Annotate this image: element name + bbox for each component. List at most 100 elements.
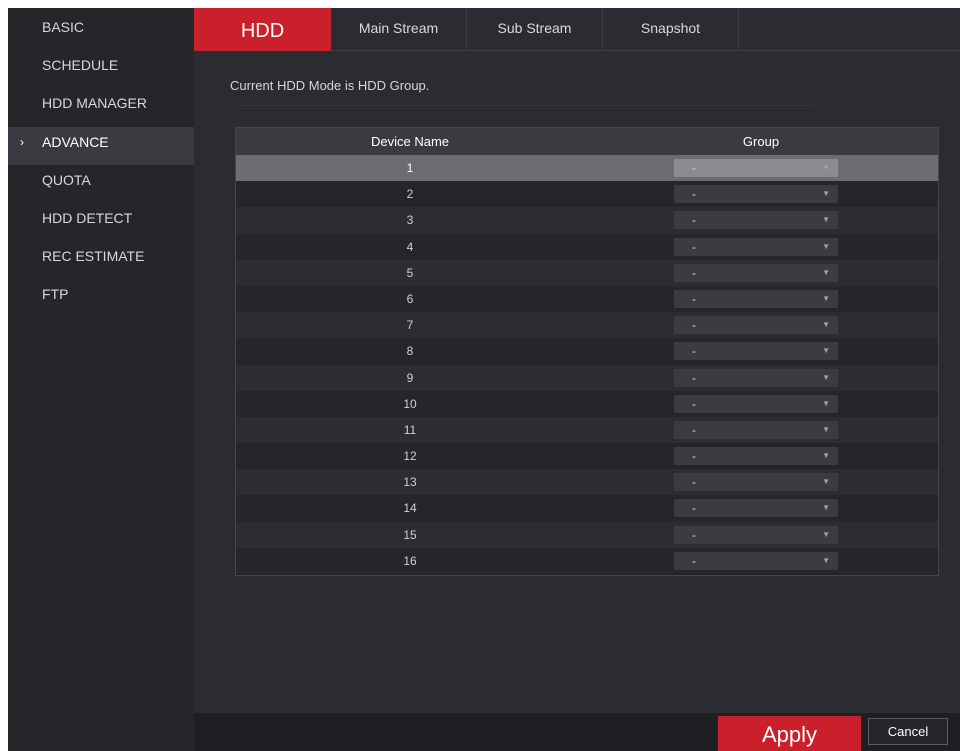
chevron-down-icon: ▼ xyxy=(822,267,830,277)
chevron-down-icon: ▼ xyxy=(822,503,830,513)
device-name-cell: 15 xyxy=(403,527,417,542)
device-name-cell: 5 xyxy=(406,265,414,280)
table-row[interactable]: 13- ▼ xyxy=(236,469,938,496)
sidebar-item-label: SCHEDULE xyxy=(42,57,119,73)
group-select[interactable]: - ▼ xyxy=(674,368,838,387)
table-row[interactable]: 10- ▼ xyxy=(236,390,938,417)
tab-main-stream[interactable]: Main Stream xyxy=(331,8,467,51)
sidebar-item-hdd-manager[interactable]: HDD MANAGER xyxy=(8,88,194,126)
table-row[interactable]: 15- ▼ xyxy=(236,521,938,548)
group-select-value: - xyxy=(692,239,696,254)
group-select-value: - xyxy=(692,161,696,175)
table-row[interactable]: 11 - ▼ xyxy=(236,416,938,444)
group-select-value: - xyxy=(692,318,696,333)
group-select-value: - xyxy=(692,291,696,306)
sidebar-item-label: REC ESTIMATE xyxy=(42,248,145,264)
chevron-right-icon: › xyxy=(20,135,24,149)
sidebar-item-basic[interactable]: BASIC xyxy=(8,12,194,50)
column-header-group: Group xyxy=(742,134,780,149)
group-select-value: - xyxy=(692,422,696,437)
device-name-cell: 1 xyxy=(406,161,414,175)
group-select-value: - xyxy=(692,527,696,542)
group-select[interactable]: - ▼ xyxy=(674,473,838,492)
sidebar-item-label: BASIC xyxy=(42,19,85,35)
group-select[interactable]: - ▼ xyxy=(674,211,838,230)
tab-sub-stream[interactable]: Sub Stream xyxy=(467,8,603,51)
chevron-down-icon: ▼ xyxy=(822,398,830,408)
device-name-cell: 13 xyxy=(403,475,417,490)
sidebar-item-ftp[interactable]: FTP xyxy=(8,279,194,317)
group-select[interactable]: - ▼ xyxy=(674,316,838,335)
table-row[interactable]: 2 - ▼ xyxy=(236,181,938,208)
table-row[interactable]: 8 - ▼ xyxy=(236,338,938,365)
device-name-cell: 2 xyxy=(406,187,414,202)
chevron-down-icon: ▼ xyxy=(822,529,830,539)
sidebar-item-label: QUOTA xyxy=(42,172,91,188)
table-row[interactable]: 12 - ▼ xyxy=(236,443,938,470)
device-name-cell: 12 xyxy=(403,449,417,464)
chevron-down-icon: ▼ xyxy=(822,451,830,461)
table-row[interactable]: 16 - ▼ xyxy=(236,547,938,574)
sidebar-item-label: FTP xyxy=(42,286,69,302)
table-row[interactable]: 1 - ▼ xyxy=(236,155,938,182)
table-row[interactable]: 4 - ▼ xyxy=(236,233,938,260)
sidebar-item-schedule[interactable]: SCHEDULE xyxy=(8,50,194,88)
group-select[interactable]: - ▼ xyxy=(674,420,838,439)
chevron-down-icon: ▼ xyxy=(822,293,830,303)
table-row[interactable]: 7- ▼ xyxy=(236,312,938,339)
chevron-down-icon: ▼ xyxy=(822,477,830,487)
hdd-group-table: Device Name Group 1- ▼ 2- ▼ 3- ▼ 4- ▼ 5- ▼ 6- ▼ 7- ▼ 8… xyxy=(235,127,939,576)
device-name-cell: 9 xyxy=(406,370,414,385)
apply-button[interactable]: Apply xyxy=(718,716,861,751)
device-name-cell: 8 xyxy=(406,344,414,359)
sidebar-item-quota[interactable]: QUOTA xyxy=(8,165,194,203)
group-select-value: - xyxy=(692,475,696,490)
tab-hdd[interactable]: HDD xyxy=(194,8,331,51)
divider xyxy=(238,105,814,106)
group-select[interactable]: - ▼ xyxy=(674,499,838,518)
app-window: BASIC SCHEDULE HDD MANAGER › ADVANCE QUO… xyxy=(8,8,960,751)
device-name-cell: 11 xyxy=(403,422,417,437)
sidebar-item-advance[interactable]: › ADVANCE xyxy=(8,127,194,165)
device-name-cell: 3 xyxy=(406,213,414,228)
group-select-value: - xyxy=(692,213,696,228)
group-select[interactable]: - ▼ xyxy=(674,525,838,544)
chevron-down-icon: ▼ xyxy=(822,189,830,199)
group-select[interactable]: - ▼ xyxy=(674,237,838,256)
tab-snapshot[interactable]: Snapshot xyxy=(603,8,739,51)
group-select[interactable]: - ▼ xyxy=(674,342,838,361)
group-select[interactable]: - ▼ xyxy=(674,159,838,177)
device-name-cell: 4 xyxy=(406,239,414,254)
table-row[interactable]: 14- ▼ xyxy=(236,495,938,522)
chevron-down-icon: ▼ xyxy=(822,320,830,330)
sidebar: BASIC SCHEDULE HDD MANAGER › ADVANCE QUO… xyxy=(8,8,194,751)
device-name-cell: 16 xyxy=(403,553,417,568)
table-row[interactable]: 6- ▼ xyxy=(236,285,938,313)
group-select[interactable]: - ▼ xyxy=(674,551,838,570)
sidebar-item-hdd-detect[interactable]: HDD DETECT xyxy=(8,203,194,241)
sidebar-item-rec-estimate[interactable]: REC ESTIMATE xyxy=(8,241,194,279)
group-select-value: - xyxy=(692,265,696,280)
device-name-cell: 14 xyxy=(403,501,417,516)
chevron-down-icon: ▼ xyxy=(822,372,830,382)
column-header-device-name: Device Name xyxy=(370,134,450,149)
group-select-value: - xyxy=(692,501,696,516)
tab-bar: HDD Main Stream Sub Stream Snapshot xyxy=(194,8,960,51)
table-row[interactable]: 5- ▼ xyxy=(236,259,938,286)
device-name-cell: 10 xyxy=(403,396,417,411)
group-select-value: - xyxy=(692,396,696,411)
group-select[interactable]: - ▼ xyxy=(674,394,838,413)
cancel-button[interactable]: Cancel xyxy=(868,718,948,745)
table-header: Device Name Group xyxy=(236,128,938,155)
group-select[interactable]: - ▼ xyxy=(674,447,838,466)
table-row[interactable]: 3- ▼ xyxy=(236,207,938,234)
device-name-cell: 6 xyxy=(406,291,414,306)
sidebar-item-label: ADVANCE xyxy=(42,134,109,150)
chevron-down-icon: ▼ xyxy=(822,215,830,225)
table-body: 1- ▼ 2- ▼ 3- ▼ 4- ▼ 5- ▼ 6- ▼ 7- ▼ 8- ▼ 9- ▼ 10- ▼ 11- ▼ 12- ▼ 1… xyxy=(236,155,938,574)
group-select[interactable]: - ▼ xyxy=(674,185,838,204)
group-select-value: - xyxy=(692,553,696,568)
table-row[interactable]: 9 - ▼ xyxy=(236,364,938,391)
group-select[interactable]: - ▼ xyxy=(674,289,838,308)
group-select[interactable]: - ▼ xyxy=(674,263,838,282)
